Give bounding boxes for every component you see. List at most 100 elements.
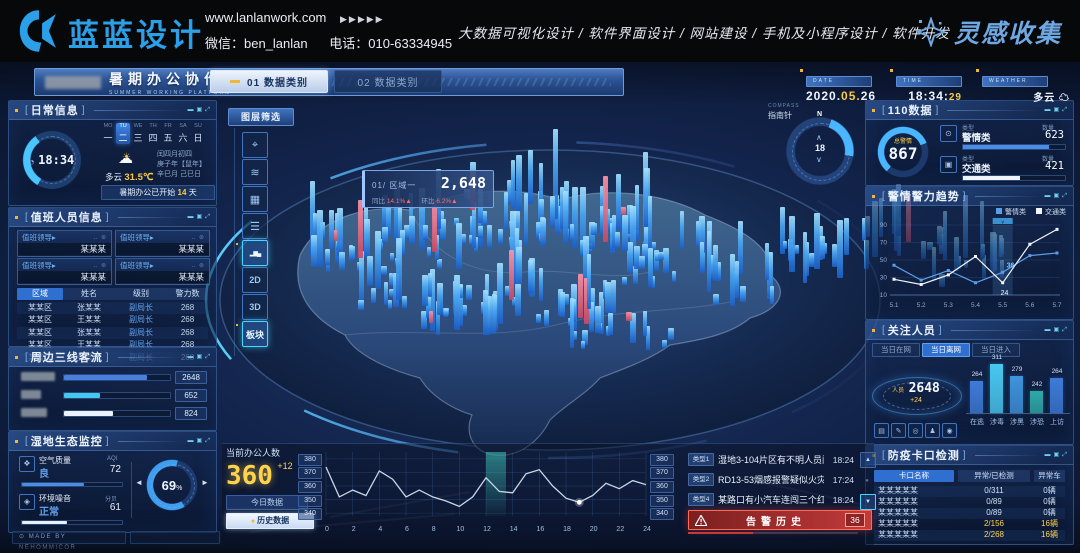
weekday-一[interactable]: MO一: [101, 123, 115, 144]
expand-icon[interactable]: ⤢: [205, 437, 210, 445]
scroll-down-icon[interactable]: ▼: [860, 494, 876, 510]
expand-icon[interactable]: ⤢: [205, 106, 210, 114]
alert-history-banner[interactable]: 告警历史 36: [688, 510, 872, 530]
checkpoint-checked: 0/89: [958, 508, 1030, 519]
duty-card[interactable]: 值班领导▸‥ ⊗某某某: [115, 230, 210, 257]
checkpoint-row[interactable]: 某某某某某0/3110辆: [874, 486, 1065, 497]
maximize-icon[interactable]: ▣: [1054, 326, 1060, 334]
checkpoint-col-header[interactable]: 卡口名称: [874, 470, 954, 482]
list-icon[interactable]: ☰: [242, 213, 268, 239]
focus-bar[interactable]: [1050, 378, 1063, 413]
flow-value: 2648: [175, 371, 207, 384]
focus-bar[interactable]: [1010, 376, 1023, 413]
panel-title: 警情警力趋势: [888, 188, 960, 204]
print-icon[interactable]: ▤: [874, 423, 889, 438]
focus-bar[interactable]: [970, 381, 983, 413]
person-icon[interactable]: ♟: [925, 423, 940, 438]
logo-text: 蓝蓝设计: [68, 10, 204, 55]
gauge-next-arrow[interactable]: ►: [201, 478, 209, 487]
mode-3d[interactable]: 3D: [242, 294, 268, 320]
gauge-prev-arrow[interactable]: ◄: [135, 478, 143, 487]
checkpoint-row[interactable]: 某某某某某0/890辆: [874, 497, 1065, 508]
alert-row[interactable]: 类型2RD13-53烟感报警疑似火灾17:24: [688, 471, 854, 488]
maximize-icon[interactable]: ▣: [197, 353, 203, 361]
location-pin-icon[interactable]: ⌖: [242, 132, 268, 158]
weekday-二[interactable]: TU二: [116, 123, 130, 144]
minimize-icon[interactable]: ▬: [188, 213, 194, 221]
duty-role: 值班领导: [22, 232, 52, 243]
maximize-icon[interactable]: ▣: [1054, 106, 1060, 114]
duty-card[interactable]: 值班领导▸‥ ⊗某某某: [17, 230, 112, 257]
weekday-四[interactable]: TH四: [146, 123, 160, 144]
map-tooltip[interactable]: 01/ 区域一 2,648 同比 14.1%▲ 环比 6.2%▲: [362, 170, 494, 208]
tab-data-category-2[interactable]: 02 数据类别: [334, 70, 442, 93]
minimize-icon[interactable]: ▬: [1045, 106, 1051, 114]
mode-plate[interactable]: 板块: [242, 321, 268, 347]
minimize-icon[interactable]: ▬: [188, 106, 194, 114]
minimize-icon[interactable]: ▬: [1045, 451, 1051, 459]
focus-gauge-label: 人员: [892, 388, 904, 394]
tab-data-category-1[interactable]: 01 数据类别: [210, 70, 328, 93]
duty-name: 某某某: [18, 271, 111, 283]
today-data-button[interactable]: 今日数据: [226, 495, 308, 510]
weekday-cn: 四: [146, 131, 160, 144]
weekday-日[interactable]: SU日: [191, 123, 205, 144]
minimize-icon[interactable]: ▬: [188, 353, 194, 361]
card-ops-icons[interactable]: ‥ ⊗: [191, 262, 205, 269]
inspiration-collect[interactable]: 灵感收集: [916, 14, 1062, 50]
maximize-icon[interactable]: ▣: [197, 213, 203, 221]
target-icon[interactable]: ◎: [908, 423, 923, 438]
focus-bar[interactable]: [1030, 391, 1043, 413]
checkpoint-row[interactable]: 某某某某某2/26816辆: [874, 530, 1065, 541]
expand-icon[interactable]: ⤢: [205, 213, 210, 221]
edit-icon[interactable]: ✎: [891, 423, 906, 438]
maximize-icon[interactable]: ▣: [197, 437, 203, 445]
weekday-cn: 一: [101, 131, 115, 144]
expand-icon[interactable]: ⤢: [1062, 326, 1067, 334]
checkpoint-row[interactable]: 某某某某某0/890辆: [874, 508, 1065, 519]
maximize-icon[interactable]: ▣: [197, 106, 203, 114]
checkpoint-name: 某某某某某: [878, 508, 918, 519]
card-ops-icons[interactable]: ‥ ⊗: [93, 234, 107, 241]
minimize-icon[interactable]: ▬: [188, 437, 194, 445]
alert-row[interactable]: 类型1湿地3-104片区有不明人员闯入18:24: [688, 451, 854, 468]
grid-icon[interactable]: ▦: [242, 186, 268, 212]
minimize-icon[interactable]: ▬: [1045, 326, 1051, 334]
chart-icon[interactable]: ▂▆▄: [242, 240, 268, 266]
table-row[interactable]: 某某区张某某副局长268: [17, 302, 208, 314]
weekday-五[interactable]: FR五: [161, 123, 175, 144]
minimize-icon[interactable]: ▬: [1045, 192, 1051, 200]
mode-2d[interactable]: 2D: [242, 267, 268, 293]
expand-icon[interactable]: ⤢: [1062, 451, 1067, 459]
table-row[interactable]: 某某区王某某副局长268: [17, 314, 208, 326]
camera-icon[interactable]: ◉: [942, 423, 957, 438]
expand-icon[interactable]: ⤢: [1062, 106, 1067, 114]
compass-up-chevron[interactable]: ∧: [816, 133, 822, 142]
compass-down-chevron[interactable]: ∨: [816, 155, 822, 164]
services-list: 大数据可视化设计 / 软件界面设计 / 网站建设 / 手机及小程序设计 / 软件…: [458, 22, 950, 42]
weekday-六[interactable]: SA六: [176, 123, 190, 144]
lanlan-logo-icon: [16, 8, 62, 54]
maximize-icon[interactable]: ▣: [1054, 451, 1060, 459]
expand-icon[interactable]: ⤢: [205, 353, 210, 361]
duty-card[interactable]: 值班领导▸‥ ⊗某某某: [115, 258, 210, 285]
maximize-icon[interactable]: ▣: [1054, 192, 1060, 200]
focus-tab-2[interactable]: 当日离网: [922, 343, 970, 357]
legend-swatch: [996, 208, 1002, 214]
expand-icon[interactable]: ⤢: [1062, 192, 1067, 200]
card-ops-icons[interactable]: ‥ ⊗: [93, 262, 107, 269]
table-row[interactable]: 某某区张某某副局长268: [17, 327, 208, 339]
alert-row[interactable]: 类型4某路口有小汽车连闯三个红灯18:24: [688, 491, 854, 508]
count-value: 623: [1028, 129, 1064, 141]
duty-card[interactable]: 值班领导▸‥ ⊗某某某: [17, 258, 112, 285]
x-axis-label: 10: [454, 526, 466, 533]
focus-tab-1[interactable]: 当日在网: [872, 343, 920, 357]
signal-icon[interactable]: ≋: [242, 159, 268, 185]
scroll-up-icon[interactable]: ▲: [860, 452, 876, 468]
card-ops-icons[interactable]: ‥ ⊗: [191, 234, 205, 241]
temperature: 31.5℃: [124, 172, 153, 183]
weekday-三[interactable]: WE三: [131, 123, 145, 144]
focus-bar[interactable]: [990, 364, 1003, 413]
website-link[interactable]: www.lanlanwork.com: [205, 10, 326, 25]
checkpoint-row[interactable]: 某某某某某2/15616辆: [874, 519, 1065, 530]
